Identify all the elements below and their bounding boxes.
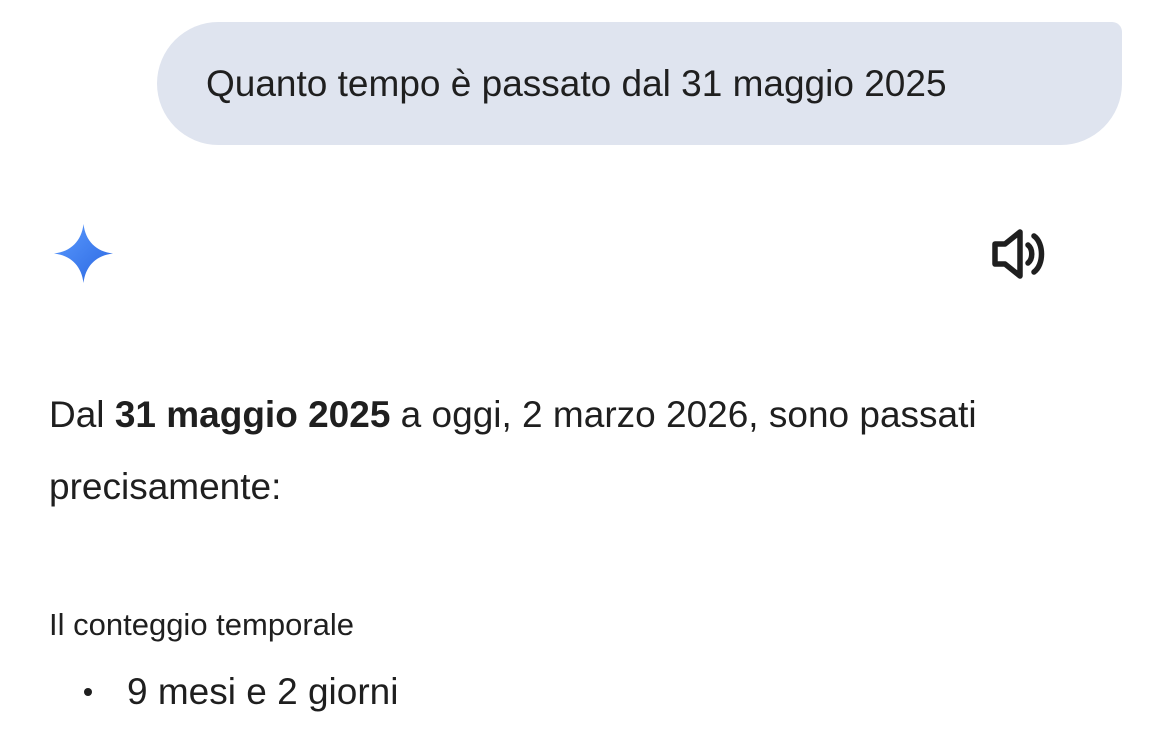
response-intro-paragraph: Dal 31 maggio 2025 a oggi, 2 marzo 2026,… <box>49 379 1109 523</box>
speaker-icon <box>992 229 1045 279</box>
user-message-text: Quanto tempo è passato dal 31 maggio 202… <box>206 62 947 104</box>
intro-prefix: Dal <box>49 394 115 435</box>
bullet-icon <box>84 688 92 696</box>
sparkle-icon <box>53 223 114 284</box>
read-aloud-button[interactable] <box>990 225 1050 283</box>
list-item-text: 9 mesi e 2 giorni <box>127 671 399 712</box>
intro-bold-date: 31 maggio 2025 <box>114 394 391 435</box>
list-item: 9 mesi e 2 giorni <box>0 666 1169 718</box>
result-list: 9 mesi e 2 giorni <box>0 666 1169 718</box>
section-heading: Il conteggio temporale <box>49 607 355 642</box>
user-message-bubble: Quanto tempo è passato dal 31 maggio 202… <box>157 22 1122 145</box>
